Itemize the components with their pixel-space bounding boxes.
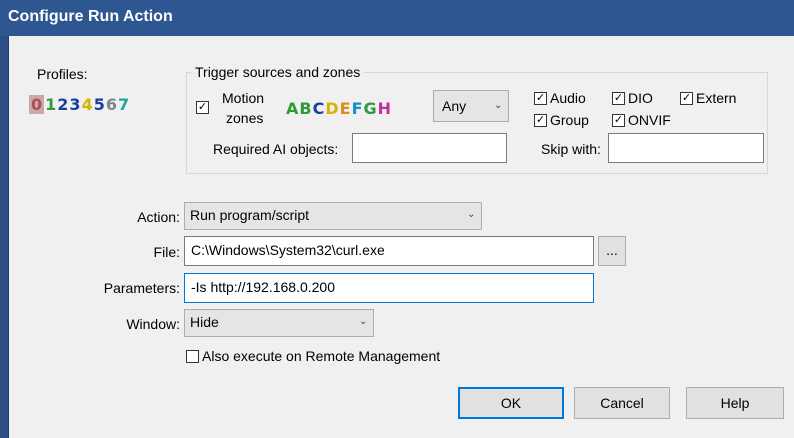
remote-management-checkbox[interactable] (186, 350, 199, 363)
profile-2[interactable]: 2 (57, 95, 68, 114)
parameters-input[interactable]: -Is http://192.168.0.200 (184, 273, 594, 303)
audio-label: Audio (550, 90, 586, 106)
action-label: Action: (137, 209, 180, 225)
parameters-label: Parameters: (103, 280, 180, 296)
window-value: Hide (190, 314, 219, 330)
action-value: Run program/script (190, 207, 310, 223)
title-bar[interactable]: Configure Run Action (0, 0, 794, 36)
group-checkbox[interactable]: ✓ (534, 114, 547, 127)
checkmark-icon: ✓ (535, 114, 546, 126)
configure-run-action-dialog: Configure Run Action Profiles: 0 1234567 … (0, 0, 794, 438)
motion-label: Motion (222, 90, 265, 106)
dio-checkbox[interactable]: ✓ (612, 92, 625, 105)
profile-selector[interactable]: 0 1234567 (29, 95, 130, 114)
checkmark-icon: ✓ (613, 114, 624, 126)
zone-f[interactable]: F (352, 99, 364, 118)
parameters-value: -Is http://192.168.0.200 (191, 279, 335, 295)
extern-label: Extern (696, 90, 737, 106)
window-label: Window: (126, 316, 180, 332)
chevron-down-icon: ⌄ (467, 209, 476, 220)
action-dropdown[interactable]: Run program/script ⌄ (184, 202, 482, 230)
remote-management-label: Also execute on Remote Management (202, 348, 441, 364)
profile-6[interactable]: 6 (106, 95, 117, 114)
cancel-button[interactable]: Cancel (574, 387, 670, 419)
skip-with-input[interactable] (608, 133, 764, 163)
profile-4[interactable]: 4 (82, 95, 93, 114)
checkmark-icon: ✓ (535, 92, 546, 104)
motion-zones-checkbox[interactable]: ✓ (196, 101, 209, 114)
group-label: Group (550, 112, 589, 128)
window-dropdown[interactable]: Hide ⌄ (184, 309, 374, 337)
zone-c[interactable]: C (313, 99, 326, 118)
zone-h[interactable]: H (378, 99, 392, 118)
audio-checkbox[interactable]: ✓ (534, 92, 547, 105)
dio-label: DIO (628, 90, 653, 106)
required-ai-input[interactable] (352, 133, 507, 163)
profile-5[interactable]: 5 (94, 95, 105, 114)
profile-0[interactable]: 0 (29, 95, 45, 114)
checkmark-icon: ✓ (197, 101, 208, 113)
browse-button[interactable]: ... (598, 236, 626, 266)
help-button[interactable]: Help (686, 387, 784, 419)
zones-label: zones (226, 110, 264, 126)
zone-g[interactable]: G (364, 99, 378, 118)
zone-mode-dropdown[interactable]: Any ⌄ (433, 90, 509, 122)
checkmark-icon: ✓ (681, 92, 692, 104)
checkmark-icon: ✓ (613, 92, 624, 104)
window-title: Configure Run Action (8, 8, 173, 25)
zone-d[interactable]: D (325, 99, 339, 118)
extern-checkbox[interactable]: ✓ (680, 92, 693, 105)
zone-mode-value: Any (442, 98, 467, 114)
chevron-down-icon: ⌄ (494, 100, 503, 111)
zone-selector[interactable]: ABCDEFGH (286, 99, 392, 118)
chevron-down-icon: ⌄ (359, 316, 368, 327)
profile-7[interactable]: 7 (118, 95, 129, 114)
skip-with-label: Skip with: (541, 141, 601, 157)
file-input[interactable]: C:\Windows\System32\curl.exe (184, 236, 594, 266)
ok-button[interactable]: OK (458, 387, 564, 419)
trigger-legend: Trigger sources and zones (191, 64, 365, 80)
profile-1[interactable]: 1 (45, 95, 56, 114)
zone-a[interactable]: A (286, 99, 299, 118)
zone-b[interactable]: B (299, 99, 312, 118)
file-label: File: (153, 244, 180, 260)
zone-e[interactable]: E (340, 99, 352, 118)
profiles-label: Profiles: (37, 66, 88, 82)
required-ai-label: Required AI objects: (213, 141, 339, 157)
onvif-label: ONVIF (628, 112, 671, 128)
file-value: C:\Windows\System32\curl.exe (191, 242, 385, 258)
profile-3[interactable]: 3 (69, 95, 80, 114)
onvif-checkbox[interactable]: ✓ (612, 114, 625, 127)
